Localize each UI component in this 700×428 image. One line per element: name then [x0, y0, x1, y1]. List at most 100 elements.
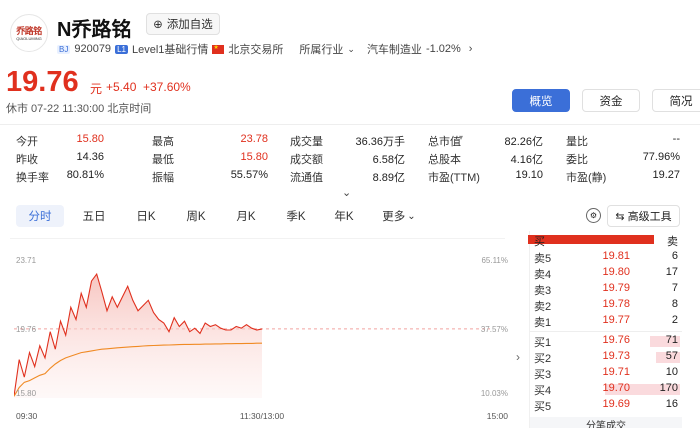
period-tab[interactable]: 周K — [176, 205, 216, 227]
stat-label: 昨收 — [16, 154, 38, 166]
dropdown-arrow-icon[interactable]: ▾ — [459, 133, 463, 142]
industry-name[interactable]: 汽车制造业 — [367, 41, 422, 57]
period-tab[interactable]: 季K — [276, 205, 316, 227]
x-axis-label: 15:00 — [487, 411, 509, 421]
ask-price: 19.80 — [602, 266, 630, 278]
stat-value: 77.96% — [642, 151, 680, 163]
tick-trades-button[interactable]: 分笔成交 — [530, 417, 682, 428]
exchange-name: 北京交易所 — [228, 44, 284, 56]
stock-name: N乔路铭 — [57, 19, 132, 41]
stat-label: 成交量 — [290, 136, 323, 148]
tools-icon: ⇆ — [615, 210, 625, 223]
period-tab-label: 年K — [334, 211, 354, 223]
stat-value: 82.26亿 — [504, 136, 543, 148]
ask-row: 卖1 19.77 2 — [530, 314, 682, 330]
logo-subtext: QIAOLUMING — [16, 35, 42, 41]
bid-volume: 57 — [665, 350, 678, 362]
price-unit: 元 — [90, 82, 103, 96]
period-tab[interactable]: 月K — [226, 205, 266, 227]
stat-value: 19.27 — [652, 169, 680, 181]
period-tab[interactable]: 五日 — [74, 205, 114, 227]
advanced-tools-button[interactable]: ⇆ 高级工具 — [607, 205, 680, 227]
current-price: 19.76 — [6, 66, 79, 98]
stat-value: 15.80 — [76, 133, 104, 145]
ask-level: 卖2 — [534, 301, 552, 313]
period-tab[interactable]: 日K — [126, 205, 166, 227]
price-change-pct: +37.60% — [143, 80, 191, 94]
logo-text: 乔路铭 — [16, 25, 42, 36]
ask-level: 卖3 — [534, 285, 552, 297]
period-tab-label: 季K — [286, 211, 306, 223]
chevron-down-icon: ⌄ — [407, 210, 416, 222]
y-left-label: 23.71 — [16, 256, 37, 265]
x-axis-label: 09:30 — [16, 411, 38, 421]
bid-price: 19.69 — [602, 398, 630, 410]
add-watchlist-button[interactable]: ⊕ 添加自选 — [146, 13, 220, 35]
ask-volume: 2 — [671, 314, 678, 326]
industry-change: -1.02% — [425, 43, 461, 55]
stat-label: 量比 — [566, 136, 588, 148]
period-tab[interactable]: 分时 — [16, 205, 64, 227]
period-tab-label: 日K — [136, 211, 156, 223]
bid-level: 买2 — [534, 353, 552, 365]
period-tab[interactable]: 年K — [324, 205, 364, 227]
stat-label: 总股本 — [428, 154, 461, 166]
buy-ratio-bar — [528, 235, 654, 244]
bid-level: 买5 — [534, 401, 552, 413]
period-tab-label: 周K — [186, 211, 206, 223]
tab-profile[interactable]: 简况 — [652, 89, 700, 112]
bid-volume: 170 — [659, 382, 678, 394]
ask-price: 19.81 — [602, 250, 630, 262]
settings-icon[interactable]: ⚙ — [586, 208, 601, 223]
stat-value: 4.16亿 — [510, 154, 543, 166]
stat-value: 15.80 — [240, 151, 268, 163]
sell-ratio-label: 卖 — [667, 236, 678, 248]
price-change: +5.40 — [106, 80, 137, 94]
stat-label: 今开 — [16, 136, 38, 148]
plus-icon: ⊕ — [153, 19, 163, 31]
stat-label: 最低 — [152, 154, 174, 166]
level-label[interactable]: Level1基础行情 — [132, 41, 208, 57]
ask-price: 19.78 — [602, 298, 630, 310]
industry-label[interactable]: 所属行业 — [299, 41, 343, 57]
ask-volume: 17 — [665, 266, 678, 278]
expand-stats-icon[interactable]: ⌄ — [342, 186, 351, 199]
chevron-down-icon[interactable]: ⌄ — [347, 44, 355, 55]
advanced-tools-label: 高级工具 — [627, 211, 672, 223]
period-tab-label: 月K — [236, 211, 256, 223]
y-left-label: 19.76 — [16, 325, 37, 334]
y-right-label: 65.11% — [481, 256, 508, 265]
stat-value: 80.81% — [66, 169, 104, 181]
intraday-chart[interactable]: 23.71 19.76 15.80 65.11% 37.57% 10.03% 09:30 11… — [14, 252, 514, 424]
stat-label: 市盈(TTM) — [428, 172, 480, 184]
company-logo: 乔路铭 QIAOLUMING — [10, 14, 48, 52]
y-left-label: 15.80 — [16, 389, 37, 398]
ask-price: 19.79 — [602, 282, 630, 294]
buy-ratio-label: 买 — [534, 236, 545, 248]
bid-level: 买3 — [534, 369, 552, 381]
period-tab[interactable]: 更多 ⌄ — [378, 205, 420, 227]
orderbook-separator — [530, 331, 682, 332]
stock-code: 920079 — [74, 43, 112, 55]
china-flag-icon — [212, 44, 225, 54]
stat-label: 最高 — [152, 136, 174, 148]
ask-level: 卖5 — [534, 253, 552, 265]
bid-level: 买4 — [534, 385, 552, 397]
stat-value: 55.57% — [230, 169, 268, 181]
stat-label: 流通值 — [290, 172, 323, 184]
stat-value: 6.58亿 — [372, 154, 405, 166]
bid-price: 19.76 — [602, 334, 630, 346]
ask-price: 19.77 — [602, 314, 630, 326]
add-watchlist-label: 添加自选 — [166, 19, 213, 31]
x-axis-label: 11:30/13:00 — [240, 411, 285, 421]
stat-value: -- — [672, 133, 680, 145]
bid-price: 19.70 — [602, 382, 630, 394]
bid-ask-ratio: 买卖 — [528, 233, 682, 248]
tab-funds[interactable]: 资金 — [582, 89, 640, 112]
ask-row: 卖2 19.78 8 — [530, 298, 682, 314]
collapse-orderbook-icon[interactable]: › — [516, 350, 520, 364]
ask-row: 卖5 19.81 6 — [530, 250, 682, 266]
chevron-right-icon[interactable]: › — [469, 43, 473, 55]
bid-price: 19.73 — [602, 350, 630, 362]
tab-overview[interactable]: 概览 — [512, 89, 570, 112]
